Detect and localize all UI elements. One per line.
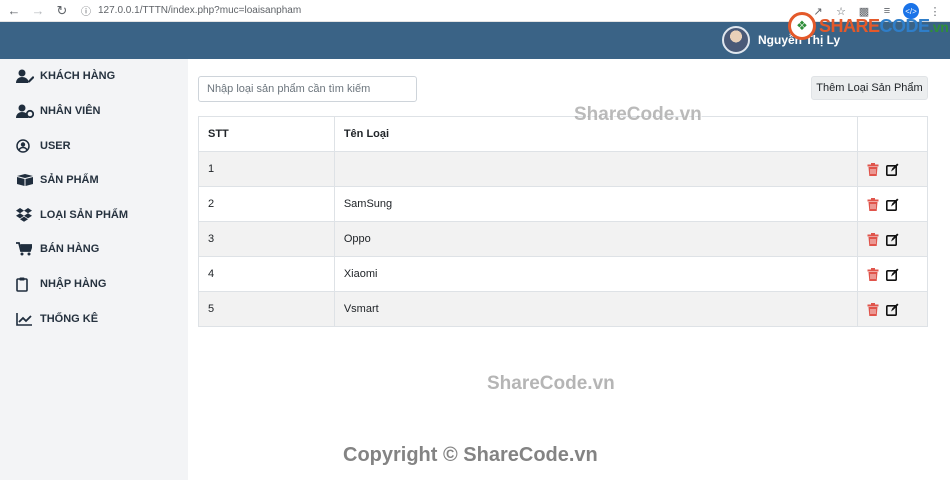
sharecode-logo-text: SHARECODE.vn [819, 15, 949, 36]
sidebar-item-user[interactable]: USER [16, 137, 71, 155]
cell-name: Xiaomi [333, 256, 859, 292]
edit-icon[interactable] [886, 268, 899, 281]
cell-stt: 5 [198, 291, 335, 327]
watermark-text: ShareCode.vn [487, 373, 615, 394]
dropbox-icon [16, 207, 36, 223]
cell-actions [857, 221, 928, 257]
reload-icon[interactable]: ↻ [52, 1, 72, 21]
trash-icon[interactable] [867, 197, 880, 211]
sidebar-item-thong-ke[interactable]: THỐNG KÊ [16, 310, 98, 328]
column-header-actions [857, 116, 928, 152]
sidebar-item-nhap-hang[interactable]: NHẬP HÀNG [16, 275, 106, 293]
cell-stt: 2 [198, 186, 335, 222]
cell-stt: 3 [198, 221, 335, 257]
cell-name: Vsmart [333, 291, 859, 327]
main-content: Thêm Loại Sản Phẩm STT Tên Loại 1 2 SamS… [188, 59, 950, 480]
forward-icon[interactable]: → [28, 1, 48, 21]
sharecode-logo-icon: ❖ [788, 12, 816, 40]
trash-icon[interactable] [867, 162, 880, 176]
table-row: 2 SamSung [198, 186, 928, 222]
sidebar-item-label: NHÂN VIÊN [40, 105, 101, 117]
sidebar-item-ban-hang[interactable]: BÁN HÀNG [16, 240, 99, 258]
search-input[interactable] [198, 76, 417, 102]
sidebar-item-san-pham[interactable]: SẢN PHẨM [16, 171, 99, 189]
user-circle-icon [16, 138, 36, 154]
table-row: 1 [198, 151, 928, 187]
sidebar-item-loai-san-pham[interactable]: LOẠI SẢN PHẨM [16, 206, 128, 224]
boxes-icon [16, 172, 36, 188]
column-header-stt: STT [198, 116, 335, 152]
sidebar-item-label: NHẬP HÀNG [40, 278, 107, 290]
table-row: 4 Xiaomi [198, 256, 928, 292]
sidebar-item-label: USER [40, 140, 71, 152]
sharecode-logo: ❖ SHARECODE.vn [788, 12, 949, 40]
cell-name: SamSung [333, 186, 859, 222]
edit-icon[interactable] [886, 198, 899, 211]
user-cog-icon [16, 103, 36, 119]
cell-stt: 4 [198, 256, 335, 292]
clipboard-icon [16, 276, 36, 292]
chart-line-icon [16, 311, 36, 327]
category-table: STT Tên Loại 1 2 SamSung 3 Oppo 4 Xiaomi… [198, 116, 928, 327]
table-header-row: STT Tên Loại [198, 116, 928, 152]
edit-icon[interactable] [886, 303, 899, 316]
sidebar-item-label: SẢN PHẨM [40, 174, 99, 186]
trash-icon[interactable] [867, 267, 880, 281]
cell-stt: 1 [198, 151, 335, 187]
avatar [722, 26, 750, 54]
edit-icon[interactable] [886, 163, 899, 176]
sidebar-item-label: BÁN HÀNG [40, 243, 100, 255]
url-bar[interactable]: 127.0.0.1/TTTN/index.php?muc=loaisanpham [98, 5, 301, 16]
sidebar: KHÁCH HÀNG NHÂN VIÊN USER SẢN PHẨM LOẠI … [0, 59, 188, 480]
back-icon[interactable]: ← [4, 1, 24, 21]
cell-actions [857, 256, 928, 292]
sidebar-item-nhan-vien[interactable]: NHÂN VIÊN [16, 102, 101, 120]
trash-icon[interactable] [867, 232, 880, 246]
table-row: 5 Vsmart [198, 291, 928, 327]
table-row: 3 Oppo [198, 221, 928, 257]
sidebar-item-label: LOẠI SẢN PHẨM [40, 209, 128, 221]
cell-name: Oppo [333, 221, 859, 257]
user-edit-icon [16, 68, 36, 84]
add-category-button[interactable]: Thêm Loại Sản Phẩm [811, 76, 928, 100]
sidebar-item-label: THỐNG KÊ [40, 313, 99, 325]
cell-actions [857, 291, 928, 327]
trash-icon[interactable] [867, 302, 880, 316]
edit-icon[interactable] [886, 233, 899, 246]
sidebar-item-khach-hang[interactable]: KHÁCH HÀNG [16, 67, 115, 85]
cell-actions [857, 151, 928, 187]
info-icon[interactable]: ⓘ [76, 1, 96, 21]
cell-name [333, 151, 859, 187]
cell-actions [857, 186, 928, 222]
watermark-copyright: Copyright © ShareCode.vn [343, 444, 598, 466]
cart-icon [16, 241, 36, 257]
sidebar-item-label: KHÁCH HÀNG [40, 70, 116, 82]
watermark-text: ShareCode.vn [574, 104, 702, 125]
